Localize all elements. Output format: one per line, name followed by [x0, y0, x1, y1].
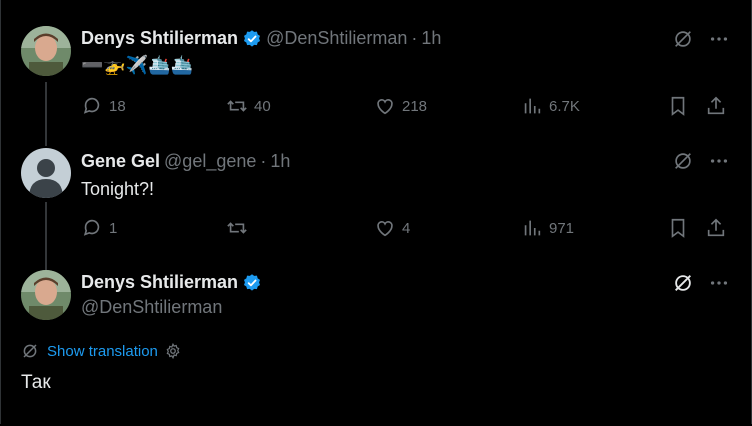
more-options-icon[interactable]	[708, 28, 730, 50]
default-avatar[interactable]	[21, 148, 71, 198]
separator-dot: ·	[260, 151, 267, 171]
share-icon	[707, 218, 725, 237]
more-options-icon[interactable]	[708, 150, 730, 172]
tweet-top-actions	[672, 272, 730, 294]
views-button[interactable]: 971	[521, 217, 574, 239]
timestamp[interactable]: 1h	[421, 28, 441, 49]
separator-dot: ·	[411, 28, 418, 48]
bookmark-icon	[671, 96, 685, 116]
reply-icon	[83, 219, 100, 236]
repost-button[interactable]	[226, 217, 254, 239]
avatar[interactable]	[21, 26, 71, 76]
tweet-actions: 1 4 971	[81, 217, 741, 241]
like-button[interactable]: 218	[374, 95, 427, 117]
tweet-header: Gene Gel @gel_gene · 1h	[81, 151, 290, 172]
tweet-actions: 18 40 218 6.7K	[81, 95, 741, 119]
timestamp[interactable]: 1h	[270, 151, 290, 172]
more-options-icon[interactable]	[708, 272, 730, 294]
show-translation-link[interactable]: Show translation	[47, 343, 158, 360]
reply-count: 18	[109, 97, 126, 115]
thread-line	[45, 130, 47, 146]
author-handle[interactable]: @gel_gene	[164, 151, 256, 172]
bookmark-icon	[671, 218, 685, 238]
heart-icon	[377, 221, 393, 237]
bookmark-button[interactable]	[667, 95, 689, 117]
grok-icon	[23, 344, 37, 358]
share-button[interactable]	[705, 217, 727, 239]
author-handle[interactable]: @DenShtilierman	[266, 28, 407, 49]
share-icon	[707, 96, 725, 115]
grok-icon[interactable]	[672, 28, 694, 50]
views-button[interactable]: 6.7K	[521, 95, 580, 117]
translation-row: Show translation	[21, 342, 182, 360]
verified-badge-icon	[244, 29, 261, 47]
author-name[interactable]: Denys Shtilierman	[81, 28, 238, 49]
main-tweet-text: Так	[21, 372, 51, 393]
tweet-top-actions	[672, 28, 730, 50]
reply-button[interactable]: 1	[81, 217, 117, 239]
author-name[interactable]: Denys Shtilierman	[81, 272, 238, 293]
repost-count: 40	[254, 97, 271, 115]
repost-button[interactable]: 40	[226, 95, 271, 117]
bookmark-button[interactable]	[667, 217, 689, 239]
grok-icon[interactable]	[672, 150, 694, 172]
views-count: 6.7K	[549, 97, 580, 115]
thread-line	[45, 260, 47, 268]
avatar[interactable]	[21, 270, 71, 320]
like-count: 4	[402, 219, 411, 237]
tweet-text: Tonight?!	[81, 179, 155, 199]
views-icon	[524, 220, 541, 236]
verified-badge-icon	[244, 273, 261, 291]
reply-button[interactable]: 18	[81, 95, 126, 117]
gear-icon[interactable]	[164, 342, 182, 360]
tweet-1[interactable]: Denys Shtilierman @DenShtilierman · 1h ➖…	[0, 0, 752, 142]
repost-icon	[227, 222, 247, 234]
tweet-top-actions	[672, 150, 730, 172]
reply-icon	[83, 97, 100, 114]
tweet-text: ➖🚁✈️🛳️🛳️	[81, 55, 194, 75]
author-handle[interactable]: @DenShtilierman	[81, 297, 222, 318]
reply-count: 1	[109, 219, 118, 237]
tweet-2[interactable]: Gene Gel @gel_gene · 1h Tonight?! 1 4 97…	[0, 130, 752, 272]
like-count: 218	[402, 97, 428, 115]
grok-icon[interactable]	[672, 272, 694, 294]
tweet-header: Denys Shtilierman @DenShtilierman · 1h	[81, 28, 441, 49]
views-count: 971	[549, 219, 575, 237]
tweet-header: Denys Shtilierman	[81, 272, 262, 293]
heart-icon	[377, 99, 393, 115]
repost-icon	[227, 100, 247, 112]
views-icon	[524, 98, 541, 114]
like-button[interactable]: 4	[374, 217, 410, 239]
author-handle-row: @DenShtilierman	[81, 297, 222, 318]
author-name[interactable]: Gene Gel	[81, 151, 160, 172]
share-button[interactable]	[705, 95, 727, 117]
